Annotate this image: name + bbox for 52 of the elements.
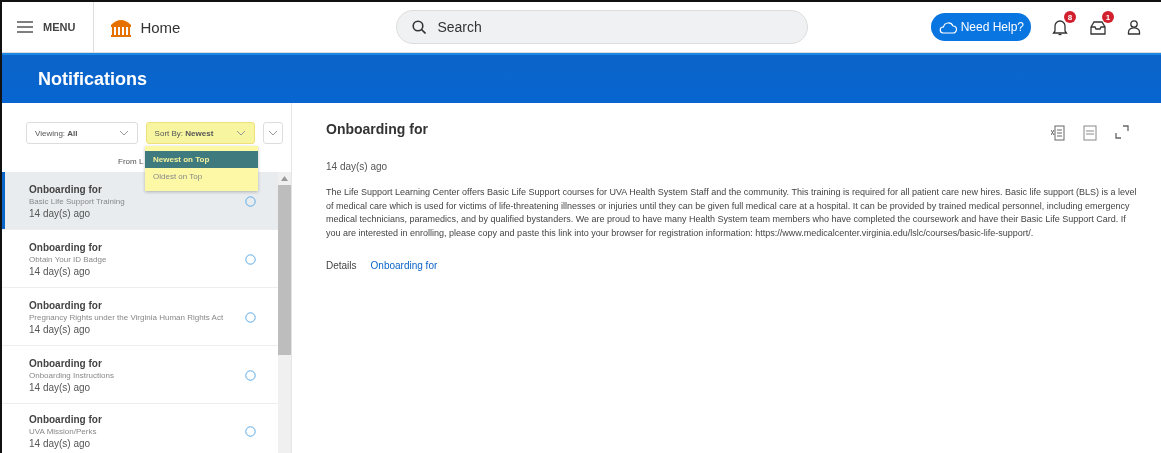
details-link[interactable]: Onboarding for [370, 260, 438, 271]
item-time: 14 day(s) ago [29, 382, 92, 393]
page-title: Notifications [38, 68, 147, 90]
item-time: 14 day(s) ago [29, 266, 92, 277]
circle-icon [245, 370, 256, 381]
detail-title: Onboarding for [326, 121, 428, 137]
home-link[interactable]: Home [94, 17, 197, 37]
count-badge: 1 [1102, 11, 1114, 23]
item-subtitle: Basic Life Support Training [29, 197, 125, 206]
notification-item[interactable]: Onboarding for UVA Mission/Perks 14 day(s) ago [2, 404, 278, 453]
item-title: Onboarding for [29, 242, 103, 253]
item-time: 14 day(s) ago [29, 324, 92, 335]
bell-icon[interactable] [1051, 18, 1069, 36]
search-field[interactable]: Search [396, 10, 809, 44]
menu-option[interactable]: Newest on Top [145, 151, 258, 168]
user-icon[interactable] [1127, 19, 1141, 35]
menu-button[interactable]: MENU [2, 2, 95, 52]
filter-caption: From L [118, 157, 144, 166]
count-badge: 8 [1064, 11, 1076, 23]
up-arrow-icon[interactable] [281, 176, 288, 181]
chevron-icon [268, 130, 279, 136]
item-title: Onboarding for [29, 358, 103, 369]
details-label: Details [326, 260, 357, 271]
building-icon [110, 17, 133, 37]
item-title: Onboarding for [29, 413, 102, 425]
chevron-icon [236, 130, 247, 136]
item-subtitle: UVA Mission/Perks [29, 426, 98, 436]
item-time: 14 day(s) ago [29, 437, 92, 449]
detail-body: The Life Support Learning Center offers Basic Life Support courses for UVA Health System Staff and the community. This training is required for all patient care new hires. Basic life support (BLS) is a level of medical care which is used for victims of life-threatening illnesses or injuries until they can be given full medical care at a hospital. It can be provided by trained medical personnel, including emergency medical technicians, paramedics, and by qualified bystanders. We are proud to have many Health System team members who have completed the coursework and have their Basic Life Support Card. If you are interested in enrolling, please copy and paste this link into your browser for registration information: https://www.medicalcenter.virginia.edu/lslc/courses/basic-life-support/. [326, 186, 1138, 240]
item-title: Onboarding for [29, 184, 103, 195]
menu-icon [17, 21, 33, 33]
cloud-icon [937, 20, 958, 34]
scrollbar[interactable] [278, 172, 291, 453]
sort-dropdown[interactable]: Sort By: Newest [145, 122, 256, 144]
item-title: Onboarding for [29, 300, 103, 311]
circle-icon [245, 254, 256, 265]
inbox-icon[interactable] [1089, 18, 1107, 36]
document-icon[interactable] [1083, 125, 1097, 141]
circle-icon [245, 196, 256, 207]
scrollbar-thumb[interactable] [278, 185, 291, 355]
circle-icon [245, 425, 256, 437]
item-subtitle: Pregnancy Rights under the Virginia Human Rights Act [29, 313, 224, 322]
circle-icon [245, 312, 256, 323]
spreadsheet-icon[interactable] [1051, 125, 1065, 141]
help-button[interactable]: Need Help? [930, 13, 1031, 41]
item-time: 14 day(s) ago [29, 208, 92, 219]
viewing-dropdown[interactable]: Viewing: All [26, 122, 138, 144]
item-subtitle: Obtain Your ID Badge [29, 255, 107, 264]
expand-icon[interactable] [1115, 125, 1129, 139]
detail-time: 14 day(s) ago [326, 161, 389, 172]
chevron-icon [118, 130, 129, 136]
item-subtitle: Onboarding Instructions [29, 371, 114, 380]
